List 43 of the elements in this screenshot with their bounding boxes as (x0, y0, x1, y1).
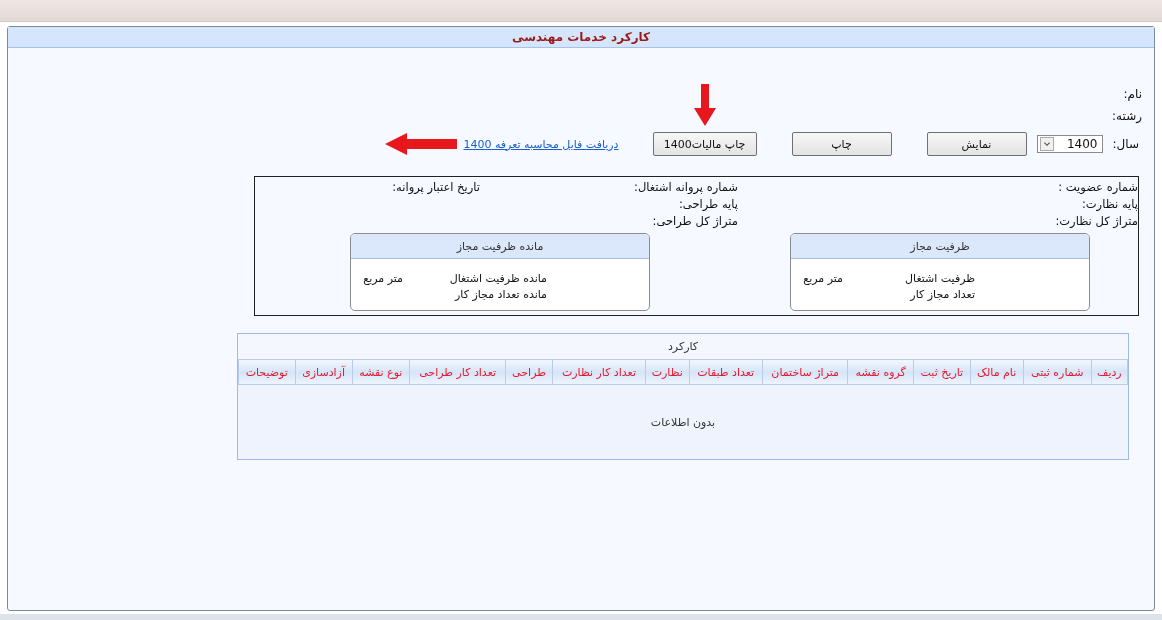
card-label: مانده تعداد مجاز کار (453, 287, 547, 301)
column-header: طراحی (505, 359, 553, 385)
card-label: ظرفیت اشتغال (904, 271, 975, 285)
column-header: توضیحات (238, 359, 295, 385)
toolbar-button[interactable]: چاپ (791, 132, 892, 156)
info-label: شماره عضویت : (1058, 180, 1138, 194)
card-label: تعداد مجاز کار (908, 287, 975, 301)
card-title: ظرفیت مجاز (791, 234, 1089, 259)
column-header: گروه نقشه (847, 359, 914, 385)
info-label: پایه نظارت: (1081, 197, 1138, 211)
empty-message: بدون اطلاعات (238, 384, 1128, 459)
column-header: نظارت (645, 359, 690, 385)
field-label: نام: (1123, 87, 1142, 101)
column-header: نوع نقشه (352, 359, 410, 385)
year-label: سال: (1112, 137, 1139, 151)
card-title: مانده ظرفیت مجاز (351, 234, 649, 259)
table-caption: کارکرد (238, 334, 1128, 359)
column-header: نام مالک (970, 359, 1024, 385)
panel-title: کارکرد خدمات مهندسی (8, 27, 1154, 48)
column-header: تعداد کار نظارت (552, 359, 646, 385)
column-header: آزادسازی (295, 359, 353, 385)
caret-icon (1039, 137, 1054, 151)
toolbar-button[interactable]: چاپ مالیات1400 (652, 132, 757, 156)
column-header: تاریخ ثبت (913, 359, 971, 385)
toolbar-button[interactable]: نمایش (926, 132, 1027, 156)
unit-label: متر مربع (363, 271, 403, 285)
download-link[interactable]: دریافت فایل محاسبه تعرفه 1400 (463, 137, 619, 151)
column-header: شماره ثبتی (1023, 359, 1092, 385)
column-header: متراژ ساختمان (762, 359, 848, 385)
info-label: متراژ کل طراحی: (652, 214, 738, 228)
info-label: متراژ کل نظارت: (1055, 214, 1138, 228)
field-label: رشته: (1112, 109, 1142, 123)
column-header: تعداد طبقات (689, 359, 763, 385)
unit-label: متر مربع (803, 271, 843, 285)
card-label: مانده ظرفیت اشتغال (448, 271, 547, 285)
column-header: تعداد کار طراحی (409, 359, 506, 385)
info-label: تاریخ اعتبار پروانه: (392, 180, 480, 194)
arrow-icon (692, 84, 717, 126)
column-header: ردیف (1091, 359, 1128, 385)
info-label: شماره پروانه اشتغال: (634, 180, 738, 194)
info-label: پایه طراحی: (679, 197, 738, 211)
arrow-icon (385, 133, 458, 155)
year-dropdown[interactable]: 1400 (1036, 135, 1103, 153)
